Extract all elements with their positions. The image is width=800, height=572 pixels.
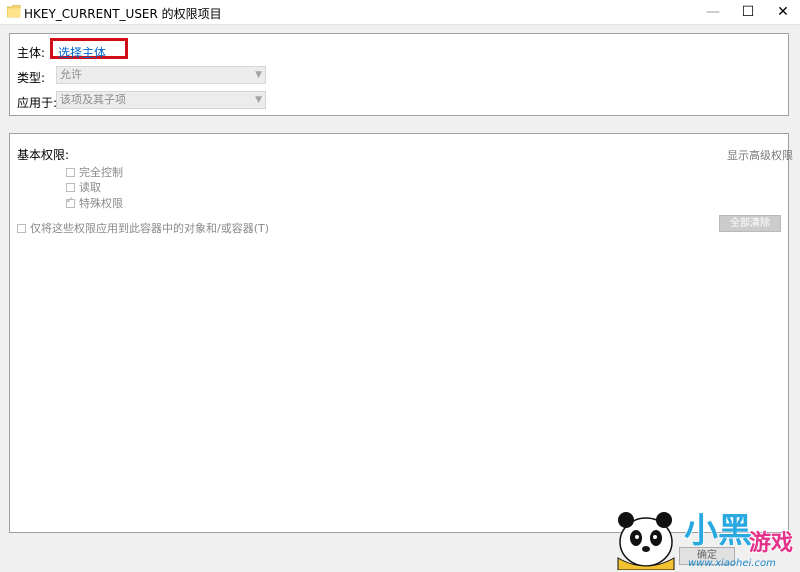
maximize-button[interactable]: ☐ <box>731 0 765 24</box>
type-select-value: 允许 <box>60 68 82 81</box>
permission-full-control[interactable]: 完全控制 <box>66 164 123 180</box>
applies-to-select[interactable]: 该项及其子项 ▼ <box>56 91 266 109</box>
close-button[interactable]: ✕ <box>766 0 800 24</box>
permission-label: 特殊权限 <box>79 197 123 210</box>
checkbox-checked[interactable] <box>66 196 75 208</box>
checkbox[interactable] <box>17 223 26 233</box>
permissions-panel <box>9 133 789 533</box>
permission-read[interactable]: 读取 <box>66 179 101 195</box>
checkbox[interactable] <box>66 182 75 192</box>
folder-icon <box>7 5 21 18</box>
basic-permissions-label: 基本权限: <box>17 148 70 162</box>
svg-text:游戏: 游戏 <box>749 530 793 556</box>
checkbox[interactable] <box>66 167 75 177</box>
permission-label: 读取 <box>79 181 101 194</box>
xiaohei-watermark-logo: 小黑 游戏 www.xiaohei.com <box>617 510 794 570</box>
svg-text:小黑: 小黑 <box>684 511 752 551</box>
svg-text:www.xiaohei.com: www.xiaohei.com <box>688 558 776 569</box>
panda-mascot-icon <box>617 512 675 570</box>
principal-label: 主体: <box>17 46 46 60</box>
type-select[interactable]: 允许 ▼ <box>56 66 266 84</box>
type-label: 类型: <box>17 71 46 85</box>
apply-only-label: 仅将这些权限应用到此容器中的对象和/或容器(T) <box>30 222 270 235</box>
title-bar: HKEY_CURRENT_USER 的权限项目 — ☐ ✕ <box>0 0 800 25</box>
applies-to-select-value: 该项及其子项 <box>60 93 126 106</box>
chevron-down-icon: ▼ <box>255 95 262 105</box>
minimize-button[interactable]: — <box>696 0 730 24</box>
window-title: HKEY_CURRENT_USER 的权限项目 <box>24 7 222 21</box>
select-principal-link[interactable]: 选择主体 <box>58 44 106 61</box>
clear-all-button[interactable]: 全部清除 <box>719 215 781 232</box>
show-advanced-permissions-link[interactable]: 显示高级权限 <box>727 147 793 163</box>
apply-to-container-only[interactable]: 仅将这些权限应用到此容器中的对象和/或容器(T) <box>17 220 269 236</box>
chevron-down-icon: ▼ <box>255 70 262 80</box>
applies-to-label: 应用于: <box>17 96 58 110</box>
permission-special[interactable]: 特殊权限 <box>66 195 123 211</box>
permission-label: 完全控制 <box>79 166 123 179</box>
